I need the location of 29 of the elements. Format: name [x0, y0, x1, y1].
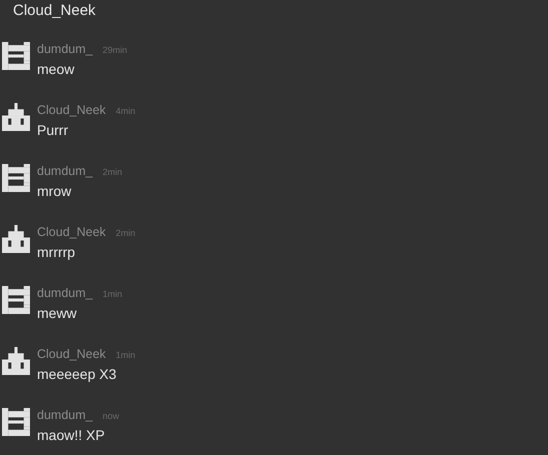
pixel-avatar-icon [2, 164, 30, 192]
timestamp: 2min [116, 228, 136, 238]
author-name: Cloud_Neek [37, 103, 106, 117]
message-text: meww [37, 305, 78, 321]
timestamp: 29min [102, 45, 128, 55]
author-name: dumdum_ [37, 408, 93, 422]
author-name: dumdum_ [37, 42, 93, 56]
author-name: Cloud_Neek [37, 347, 106, 361]
author-name: dumdum_ [37, 164, 93, 178]
author-name: dumdum_ [37, 286, 93, 300]
author-name: Cloud_Neek [37, 225, 106, 239]
pixel-robot-icon [2, 225, 30, 253]
pixel-avatar-icon [2, 286, 30, 314]
message-text: maow!! XP [37, 427, 106, 443]
message-text: mrow [37, 183, 72, 199]
timestamp: 1min [116, 350, 136, 360]
pixel-robot-icon [2, 103, 30, 131]
timestamp: 2min [102, 167, 122, 177]
pixel-avatar-icon [2, 42, 30, 70]
message-text: Purrr [37, 122, 70, 138]
timestamp: 1min [102, 289, 122, 299]
message-text: meeeeep X3 [37, 366, 118, 382]
pixel-robot-icon [2, 347, 30, 375]
message-text: mrrrrp [37, 244, 76, 260]
message-text: meow [37, 61, 76, 77]
pixel-avatar-icon [2, 408, 30, 436]
chat-title: Cloud_Neek [13, 2, 96, 19]
timestamp: now [102, 411, 120, 421]
timestamp: 4min [116, 106, 136, 116]
